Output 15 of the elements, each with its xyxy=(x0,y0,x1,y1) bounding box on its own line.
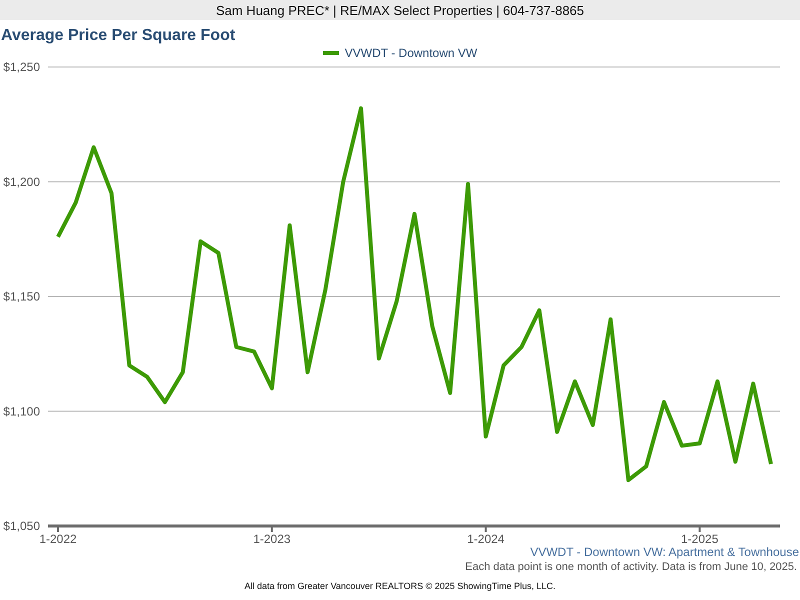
x-axis-label: 1-2023 xyxy=(253,532,291,545)
legend-label: VVWDT - Downtown VW xyxy=(344,46,478,60)
chart-title: Average Price Per Square Foot xyxy=(1,26,236,46)
x-axis-label: 1-2025 xyxy=(681,532,718,545)
chart-subtitle: VVWDT - Downtown VW: Apartment & Townhouse xyxy=(530,545,799,560)
y-axis-label: $1,100 xyxy=(3,404,40,418)
y-axis-label: $1,250 xyxy=(3,60,40,74)
x-axis-label: 1-2022 xyxy=(39,532,77,545)
y-axis-label: $1,050 xyxy=(3,519,40,533)
footer-text: All data from Greater Vancouver REALTORS © 2025 ShowingTime Plus, LLC. xyxy=(244,581,556,591)
y-axis-label: $1,150 xyxy=(3,290,40,304)
y-axis-label: $1,200 xyxy=(3,174,40,189)
data-note: Each data point is one month of activity. Data is from June 10, 2025. xyxy=(465,560,797,575)
header-text: Sam Huang PREC* | RE/MAX Select Properties | 604-737-8865 xyxy=(216,2,584,18)
x-axis-label: 1-2024 xyxy=(467,532,504,545)
